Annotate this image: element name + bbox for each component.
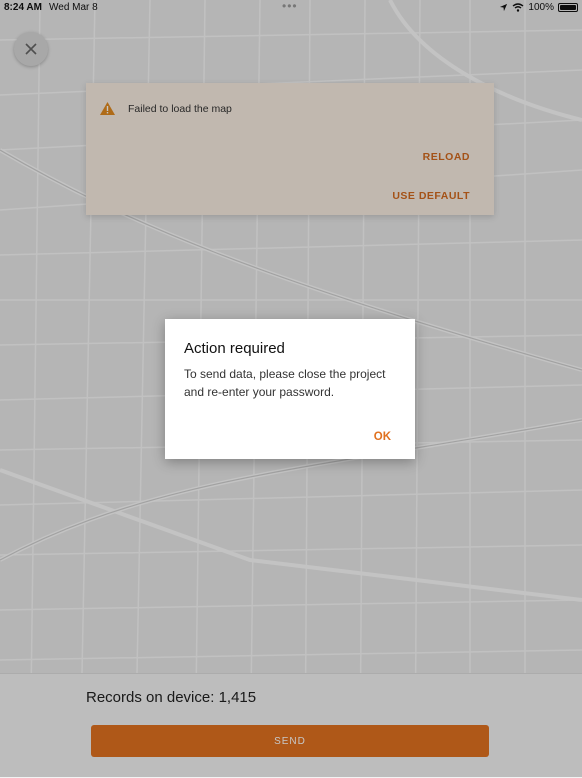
dialog-body: To send data, please close the project a… — [184, 367, 386, 399]
ok-button[interactable]: OK — [374, 431, 391, 443]
action-required-dialog: Action required To send data, please clo… — [165, 319, 415, 459]
dialog-title: Action required — [184, 340, 285, 357]
